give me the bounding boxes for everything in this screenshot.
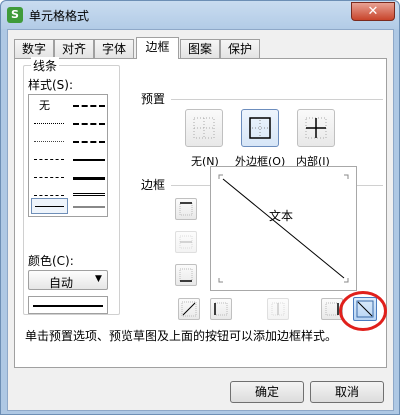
line-style-list[interactable]: 无 [28, 94, 108, 217]
tab-number[interactable]: 数字 [14, 39, 54, 58]
close-icon: ✕ [367, 4, 379, 19]
chevron-down-icon: ▼ [95, 274, 102, 284]
preview-sketch [218, 174, 349, 283]
line-style-item[interactable] [34, 141, 64, 142]
hint-text: 单击预置选项、预览草图及上面的按钮可以添加边框样式。 [25, 329, 338, 343]
outline-border-icon [249, 117, 271, 139]
selected-line-style[interactable] [31, 198, 68, 214]
border-group-title: 边框 [141, 178, 166, 192]
line-style-item[interactable] [73, 177, 105, 180]
line-style-item[interactable] [73, 141, 105, 143]
tab-pattern[interactable]: 图案 [180, 39, 220, 58]
top-border-icon [179, 202, 193, 216]
line-group-title: 线条 [31, 57, 60, 74]
border-left-button[interactable] [210, 298, 232, 320]
border-inside-vertical-button[interactable] [267, 298, 289, 320]
title-bar[interactable]: S 单元格格式 ✕ [1, 1, 399, 29]
line-style-item[interactable] [73, 193, 105, 196]
inside-horizontal-border-icon [179, 235, 193, 249]
line-style-item[interactable] [73, 105, 105, 107]
tab-protection[interactable]: 保护 [220, 39, 260, 58]
dialog-title: 单元格格式 [29, 9, 90, 23]
color-preview [28, 296, 108, 314]
left-border-icon [214, 302, 228, 316]
diagonal-up-border-icon [181, 301, 197, 317]
preset-outline-button[interactable] [241, 109, 279, 147]
line-style-item[interactable] [34, 123, 64, 124]
annotation-highlight-circle [339, 291, 387, 331]
inside-border-icon [305, 117, 327, 139]
tab-font[interactable]: 字体 [94, 39, 134, 58]
preset-none-button[interactable] [185, 109, 223, 147]
color-dropdown-value: 自动 [49, 276, 74, 290]
border-inside-horizontal-button[interactable] [175, 231, 197, 253]
style-label: 样式(S): [28, 78, 74, 92]
format-cells-dialog: S 单元格格式 ✕ 数字 对齐 字体 边框 图案 保护 线条 样式(S): 无 [0, 0, 400, 415]
line-style-item[interactable] [73, 159, 105, 161]
border-bottom-button[interactable] [175, 264, 197, 286]
color-swatch-line [33, 305, 103, 307]
border-diagonal-up-button[interactable] [178, 298, 200, 320]
bottom-border-icon [179, 268, 193, 282]
line-style-none[interactable]: 无 [39, 97, 50, 113]
border-top-button[interactable] [175, 198, 197, 220]
tab-alignment[interactable]: 对齐 [54, 39, 94, 58]
preset-separator [171, 99, 383, 100]
border-tab-panel: 线条 样式(S): 无 颜色(C): 自动 ▼ 预置 无(N) 外边框(O) 内… [14, 57, 387, 368]
no-border-icon [193, 117, 215, 139]
preset-group-title: 预置 [141, 92, 166, 106]
cancel-button[interactable]: 取消 [310, 381, 384, 403]
tab-border[interactable]: 边框 [136, 37, 179, 59]
line-style-item[interactable] [34, 195, 64, 196]
preview-text: 文本 [269, 209, 294, 223]
line-style-item[interactable] [34, 159, 64, 160]
line-style-item[interactable] [73, 206, 105, 208]
close-button[interactable]: ✕ [351, 2, 395, 21]
line-style-item[interactable] [73, 123, 105, 125]
ok-button[interactable]: 确定 [230, 381, 304, 403]
preset-inside-button[interactable] [297, 109, 335, 147]
border-preview[interactable]: 文本 [210, 166, 357, 291]
dialog-body: 数字 对齐 字体 边框 图案 保护 线条 样式(S): 无 颜色(C): 自动 … [7, 29, 394, 411]
color-dropdown[interactable]: 自动 ▼ [28, 270, 108, 290]
line-style-item[interactable] [34, 177, 64, 178]
color-label: 颜色(C): [28, 254, 74, 268]
inside-vertical-border-icon [271, 302, 285, 316]
wps-spreadsheet-icon: S [7, 7, 23, 23]
